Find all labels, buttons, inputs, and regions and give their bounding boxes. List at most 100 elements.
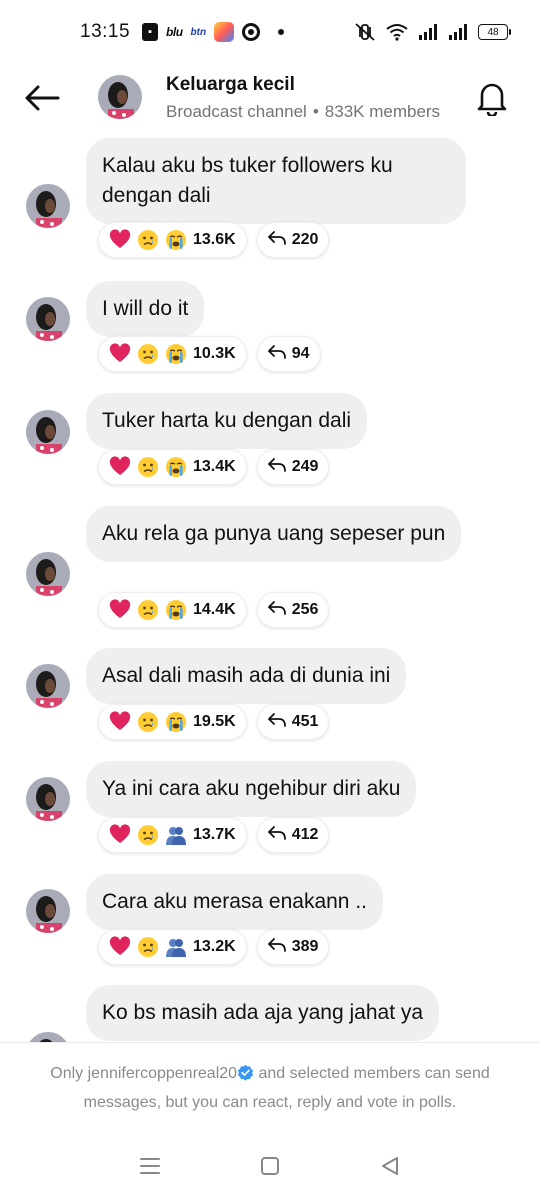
heart-icon (109, 456, 131, 478)
reply-button[interactable]: 94 (256, 336, 321, 372)
sad-face-icon (137, 343, 159, 365)
back-button[interactable] (22, 80, 62, 116)
notice-username[interactable]: jennifercoppenreal20 (88, 1065, 237, 1082)
message-avatar[interactable] (26, 777, 70, 821)
reply-button[interactable]: 412 (256, 817, 330, 853)
reaction-count: 13.4K (193, 458, 236, 475)
reply-button[interactable]: 249 (256, 449, 330, 485)
channel-subtitle: Broadcast channel • 833K members (166, 102, 440, 122)
reply-count: 389 (291, 938, 319, 955)
reply-arrow-icon (267, 712, 286, 733)
sad-face-icon (137, 599, 159, 621)
message-avatar[interactable] (26, 1032, 70, 1042)
member-count: 833K members (324, 102, 441, 121)
message-bubble[interactable]: I will do it (86, 281, 205, 337)
channel-type: Broadcast channel (166, 102, 307, 121)
message-bubble[interactable]: Aku rela ga punya uang sepeser pun (86, 506, 462, 562)
channel-info[interactable]: Keluarga kecil Broadcast channel • 833K … (166, 74, 440, 122)
message-avatar[interactable] (26, 664, 70, 708)
status-bar: 13:15 ▪ blu btn 48 (0, 0, 540, 64)
reply-count: 220 (291, 231, 319, 248)
reactions-button[interactable]: 13.6K (98, 222, 247, 258)
mute-vibrate-icon (355, 23, 375, 41)
message-bubble[interactable]: Ko bs masih ada aja yang jahat ya (86, 985, 440, 1041)
crying-face-icon (165, 456, 187, 478)
sad-face-icon (137, 229, 159, 251)
sad-face-icon (137, 711, 159, 733)
reaction-row: 19.5K 451 (98, 704, 330, 740)
avatar-image (26, 777, 70, 821)
channel-avatar[interactable] (98, 75, 142, 119)
heart-icon (109, 936, 131, 958)
home-button[interactable] (250, 1146, 290, 1186)
notification-dot-icon (278, 29, 285, 35)
avatar-image (26, 410, 70, 454)
signal-1-icon (419, 24, 437, 40)
reply-count: 94 (291, 345, 310, 362)
reactions-button[interactable]: 13.7K (98, 817, 247, 853)
reply-button[interactable]: 389 (256, 929, 330, 965)
reactions-button[interactable]: 19.5K (98, 704, 247, 740)
colorful-app-icon (214, 22, 235, 42)
message-avatar[interactable] (26, 410, 70, 454)
reply-count: 249 (291, 458, 319, 475)
reply-arrow-icon (267, 230, 286, 251)
reply-arrow-icon (267, 825, 286, 846)
message-bubble[interactable]: Ya ini cara aku ngehibur diri aku (86, 761, 417, 817)
heart-icon (109, 229, 131, 251)
message-bubble[interactable]: Tuker harta ku dengan dali (86, 393, 368, 449)
reply-arrow-icon (267, 937, 286, 958)
sad-face-icon (137, 824, 159, 846)
avatar-image (26, 889, 70, 933)
crying-face-icon (165, 229, 187, 251)
sad-face-icon (137, 456, 159, 478)
wifi-icon (386, 24, 408, 41)
message-avatar[interactable] (26, 184, 70, 228)
reaction-count: 10.3K (193, 345, 236, 362)
reaction-row: 13.6K 220 (98, 222, 330, 258)
avatar-image (26, 297, 70, 341)
reactions-button[interactable]: 14.4K (98, 592, 247, 628)
message-list[interactable]: Kalau aku bs tuker followers ku dengan d… (0, 134, 540, 1042)
notifications-button[interactable] (474, 78, 510, 118)
reply-arrow-icon (267, 600, 286, 621)
reactions-button[interactable]: 13.4K (98, 449, 247, 485)
status-time: 13:15 (80, 21, 131, 42)
recent-apps-button[interactable] (130, 1146, 170, 1186)
message-bubble[interactable]: Asal dali masih ada di dunia ini (86, 648, 407, 704)
status-app-icons: ▪ blu btn (142, 22, 285, 42)
reply-button[interactable]: 451 (256, 704, 330, 740)
verified-badge-icon (237, 1064, 254, 1081)
message-avatar[interactable] (26, 552, 70, 596)
reaction-row: 13.7K 412 (98, 817, 330, 853)
crying-face-icon (165, 599, 187, 621)
reaction-count: 13.6K (193, 231, 236, 248)
reactions-button[interactable]: 13.2K (98, 929, 247, 965)
reply-count: 451 (291, 713, 319, 730)
reaction-row: 10.3K 94 (98, 336, 321, 372)
message-bubble[interactable]: Kalau aku bs tuker followers ku dengan d… (86, 138, 466, 224)
send-restriction-notice: Only jennifercoppenreal20 and selected m… (0, 1042, 540, 1132)
heart-icon (109, 599, 131, 621)
avatar-image (26, 552, 70, 596)
reply-button[interactable]: 220 (256, 222, 330, 258)
reaction-row: 14.4K 256 (98, 592, 330, 628)
reply-count: 412 (291, 826, 319, 843)
notice-prefix: Only (50, 1064, 88, 1082)
menu-lines-icon (140, 1158, 160, 1174)
message-bubble[interactable]: Cara aku merasa enakann .. (86, 874, 383, 930)
separator-dot: • (312, 102, 319, 121)
reaction-count: 19.5K (193, 713, 236, 730)
message-avatar[interactable] (26, 889, 70, 933)
heart-icon (109, 824, 131, 846)
reply-arrow-icon (267, 344, 286, 365)
reply-button[interactable]: 256 (256, 592, 330, 628)
system-back-button[interactable] (370, 1146, 410, 1186)
reaction-count: 13.7K (193, 826, 236, 843)
signal-2-icon (449, 24, 467, 40)
sad-face-icon (137, 936, 159, 958)
reaction-count: 13.2K (193, 938, 236, 955)
reactions-button[interactable]: 10.3K (98, 336, 247, 372)
message-avatar[interactable] (26, 297, 70, 341)
channel-header: Keluarga kecil Broadcast channel • 833K … (0, 64, 540, 134)
